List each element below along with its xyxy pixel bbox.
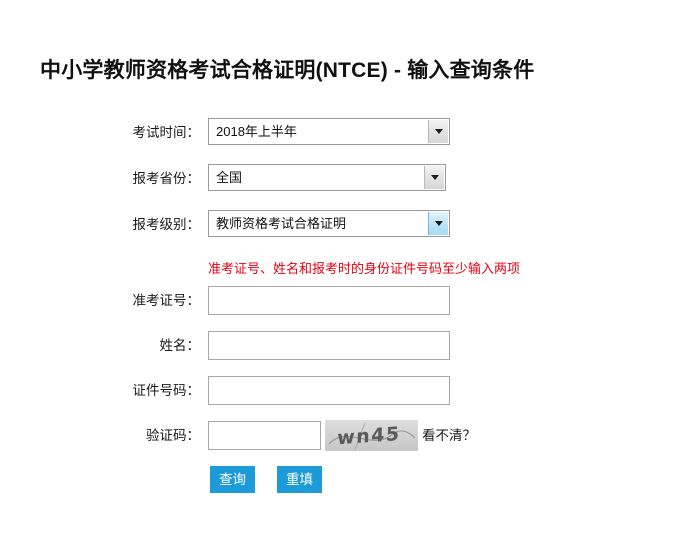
exam-time-select-arrow-button[interactable] xyxy=(428,120,448,143)
admission-ticket-label: 准考证号： xyxy=(132,293,201,308)
id-number-label: 证件号码： xyxy=(132,383,201,398)
captcha-image[interactable]: wn45 xyxy=(325,420,418,451)
province-label: 报考省份： xyxy=(132,171,201,186)
query-button[interactable]: 查询 xyxy=(210,466,255,493)
reset-button[interactable]: 重填 xyxy=(277,466,322,493)
captcha-label: 验证码： xyxy=(146,428,200,443)
level-select-arrow-button[interactable] xyxy=(428,212,448,235)
province-select[interactable]: 全国 xyxy=(208,164,446,191)
form-row-admission-ticket: 准考证号： xyxy=(0,286,674,331)
level-label: 报考级别： xyxy=(132,217,201,232)
chevron-down-icon xyxy=(430,175,439,180)
name-label: 姓名： xyxy=(159,338,201,353)
province-select-arrow-button[interactable] xyxy=(424,166,444,189)
admission-ticket-input[interactable] xyxy=(208,286,450,315)
form-row-name: 姓名： xyxy=(0,331,674,376)
validation-hint: 准考证号、姓名和报考时的身份证件号码至少输入两项 xyxy=(208,261,521,276)
form-row-level: 报考级别： 教师资格考试合格证明 xyxy=(0,210,674,256)
page-title: 中小学教师资格考试合格证明(NTCE) - 输入查询条件 xyxy=(40,59,535,82)
exam-time-label: 考试时间： xyxy=(132,125,201,140)
id-number-input[interactable] xyxy=(208,376,450,405)
form-row-province: 报考省份： 全国 xyxy=(0,164,674,210)
exam-time-select[interactable]: 2018年上半年 xyxy=(208,118,450,145)
level-select-value: 教师资格考试合格证明 xyxy=(216,216,347,231)
svg-text:wn45: wn45 xyxy=(337,423,401,449)
level-select[interactable]: 教师资格考试合格证明 xyxy=(208,210,450,237)
form-actions: 查询 重填 xyxy=(0,466,674,506)
chevron-down-icon xyxy=(434,129,443,134)
captcha-refresh-link[interactable]: 看不清？ xyxy=(422,421,476,450)
query-form: 考试时间： 2018年上半年 报考省份： 全国 报考级别： 教师资格考试合格证明 xyxy=(0,118,674,506)
form-row-exam-time: 考试时间： 2018年上半年 xyxy=(0,118,674,164)
chevron-down-icon xyxy=(434,221,443,226)
captcha-input[interactable] xyxy=(208,421,321,450)
province-select-value: 全国 xyxy=(216,170,243,185)
form-row-id-number: 证件号码： xyxy=(0,376,674,421)
form-row-hint: 准考证号、姓名和报考时的身份证件号码至少输入两项 xyxy=(0,256,674,286)
exam-time-select-value: 2018年上半年 xyxy=(216,124,297,139)
name-input[interactable] xyxy=(208,331,450,360)
form-row-captcha: 验证码： wn45 看不清？ xyxy=(0,420,674,466)
